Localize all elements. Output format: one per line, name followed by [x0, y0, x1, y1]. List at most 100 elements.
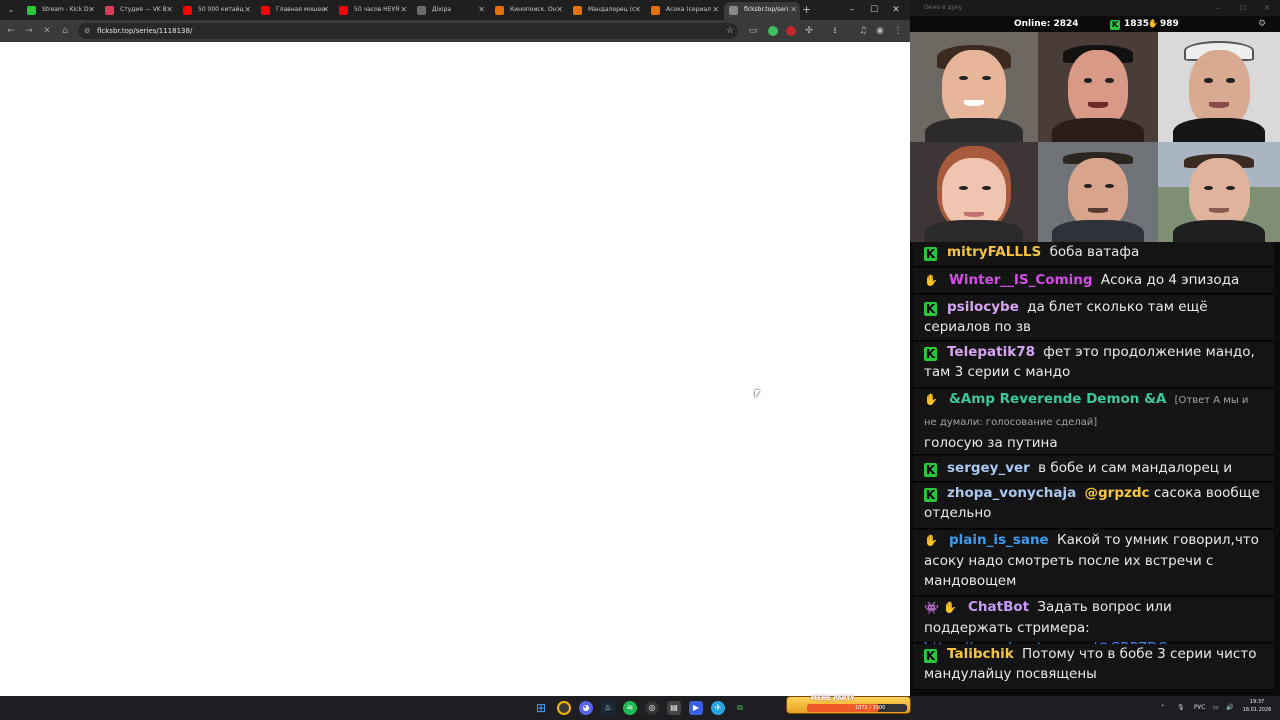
browser-tab[interactable]: 50 000 китайц ✕	[178, 2, 254, 20]
address-bar[interactable]: ⚙ flcksbr.top/series/1118138/ ☆	[78, 23, 738, 39]
chat-username[interactable]: Telepatik78	[947, 344, 1035, 360]
microphone-icon[interactable]: 🎙	[1177, 700, 1185, 716]
clock-time: 19:37	[1249, 699, 1265, 705]
tab-favicon-icon	[573, 6, 582, 15]
tab-close-icon[interactable]: ✕	[634, 2, 641, 18]
tab-favicon-icon	[27, 6, 36, 15]
browser-tab[interactable]: Кинопоиск. Он ✕	[490, 2, 566, 20]
windows-taskbar: ⊞ ◕ ♨ ≋ ◎ ▤ ▶ ✈ ⧉ MEME PARTY 1075 / 1500…	[0, 695, 1280, 720]
steam-taskbar-icon[interactable]: ♨	[601, 701, 615, 715]
extension-red-icon[interactable]	[786, 26, 796, 36]
extensions-puzzle-icon[interactable]: ✣	[802, 24, 816, 38]
start-menu-icon[interactable]: ⊞	[534, 701, 548, 715]
network-icon[interactable]: ▭	[1213, 700, 1219, 716]
chat-username[interactable]: ChatBot	[968, 599, 1029, 615]
hand-badge-icon: ✋	[924, 534, 938, 547]
bookmark-star-icon[interactable]: ☆	[726, 23, 734, 39]
chat-feed[interactable]: KmitryFALLLS боба ватафа ✋ Winter__IS_Com…	[913, 242, 1274, 692]
browser-window: ⌄ Stream - Kick D ✕ Студия — VK В ✕ 50 000 к…	[0, 0, 910, 696]
tab-close-icon[interactable]: ✕	[712, 2, 719, 18]
browser-tab[interactable]: flcksbr.top/seri ✕	[724, 2, 800, 20]
chat-mention[interactable]: @grpzdc	[1085, 485, 1150, 501]
volume-icon[interactable]: 🔊	[1226, 700, 1233, 716]
tab-close-icon[interactable]: ✕	[166, 2, 173, 18]
chat-username[interactable]: plain_is_sane	[949, 532, 1049, 548]
browser-tab[interactable]: Студия — VK В ✕	[100, 2, 176, 20]
chat-message: 👾 ✋ ChatBot Задать вопрос или поддержать с…	[913, 597, 1274, 656]
browser-tab[interactable]: Асока (сериал ✕	[646, 2, 722, 20]
tab-close-icon[interactable]: ✕	[400, 2, 407, 18]
tab-favicon-icon	[339, 6, 348, 15]
media-player-taskbar-icon[interactable]: ▶	[689, 701, 703, 715]
chat-message: K Telepatik78 фет это продолжение мандо, …	[913, 342, 1274, 388]
tab-title: Асока (сериал	[666, 6, 711, 13]
back-icon[interactable]: ←	[4, 24, 18, 38]
chat-username[interactable]: &Amp Reverende Demon &A	[949, 391, 1166, 407]
browser-tab[interactable]: 50 часов НЕУЯ ✕	[334, 2, 410, 20]
forward-icon[interactable]: →	[22, 24, 36, 38]
kick-viewers: K 1835	[1110, 16, 1149, 32]
hand-badge-icon: ✋	[924, 274, 938, 287]
telegram-taskbar-icon[interactable]: ✈	[711, 701, 725, 715]
chat-username[interactable]: sergey_ver	[947, 460, 1030, 476]
tab-close-icon[interactable]: ✕	[322, 2, 329, 18]
chat-text: голосую за путина	[924, 435, 1058, 451]
system-clock[interactable]: 19:37 18.01.2026	[1241, 698, 1273, 714]
kick-logo-icon: K	[1110, 20, 1120, 30]
tab-close-icon[interactable]: ✕	[790, 2, 797, 18]
cast-icon[interactable]: ▭	[746, 24, 760, 38]
media-control-icon[interactable]: ♫	[856, 24, 870, 38]
browser-tab[interactable]: Мандалорец (с ✕	[568, 2, 644, 20]
url-text[interactable]: flcksbr.top/series/1118138/	[97, 23, 192, 39]
stream-stats-bar: Online: 2824 K 1835 ✋ 989 ⚙	[910, 16, 1280, 32]
discord-taskbar-icon[interactable]: ◕	[579, 701, 593, 715]
tab-close-icon[interactable]: ✕	[244, 2, 251, 18]
browser-tab[interactable]: Stream - Kick D ✕	[22, 2, 98, 20]
tab-search-icon[interactable]: ⌄	[4, 3, 18, 17]
minimize-icon[interactable]: –	[842, 2, 862, 18]
site-info-icon[interactable]: ⚙	[84, 26, 90, 36]
profile-icon[interactable]: ◉	[873, 24, 887, 38]
tray-chevron-icon[interactable]: ⌃	[1160, 700, 1165, 716]
settings-icon[interactable]: ⚙	[1258, 19, 1266, 29]
browser-tab[interactable]: Главная мошен ✕	[256, 2, 332, 20]
new-tab-button[interactable]: +	[802, 3, 811, 17]
tab-strip: ⌄ Stream - Kick D ✕ Студия — VK В ✕ 50 000 к…	[0, 0, 910, 20]
stop-loading-icon[interactable]: ✕	[40, 24, 54, 38]
webcam-4	[910, 142, 1038, 242]
webcam-3	[1158, 32, 1280, 142]
hand-badge-icon: ✋	[924, 393, 938, 406]
meme-progress-text: 1075 / 1500	[855, 705, 886, 711]
browser-toolbar: ← → ✕ ⌂ ⚙ flcksbr.top/series/1118138/ ☆ …	[0, 20, 910, 42]
chrome-taskbar-icon[interactable]	[557, 701, 571, 715]
page-viewport[interactable]	[0, 42, 910, 696]
menu-kebab-icon[interactable]: ⋮	[891, 24, 905, 38]
extension-green-icon[interactable]	[768, 26, 778, 36]
maximize-icon[interactable]: ☐	[864, 2, 884, 18]
chat-username[interactable]: psilocybe	[947, 299, 1019, 315]
close-window-icon[interactable]: ✕	[886, 2, 906, 18]
language-indicator[interactable]: РУС	[1194, 700, 1205, 716]
overlay-minimize-icon[interactable]: –	[1216, 0, 1220, 16]
overlay-close-icon[interactable]: ✕	[1264, 0, 1270, 16]
app2-taskbar-icon[interactable]: ⧉	[733, 701, 747, 715]
tab-close-icon[interactable]: ✕	[478, 2, 485, 18]
home-icon[interactable]: ⌂	[58, 24, 72, 38]
tab-title: flcksbr.top/seri	[744, 6, 789, 13]
spotify-taskbar-icon[interactable]: ≋	[623, 701, 637, 715]
chat-username[interactable]: Talibchik	[947, 646, 1014, 662]
meme-progress-bar: 1075 / 1500	[807, 704, 907, 712]
app-taskbar-icon[interactable]: ▤	[667, 701, 681, 715]
download-icon[interactable]: ⭳	[828, 24, 842, 38]
tab-close-icon[interactable]: ✕	[88, 2, 95, 18]
chat-username[interactable]: Winter__IS_Coming	[949, 272, 1093, 288]
bot-badge-icon: 👾	[924, 601, 939, 615]
chat-username[interactable]: mitryFALLLS	[947, 244, 1041, 260]
chat-username[interactable]: zhopa_vonychaja	[947, 485, 1076, 501]
tab-title: Студия — VK В	[120, 6, 167, 13]
obs-taskbar-icon[interactable]: ◎	[645, 701, 659, 715]
browser-tab[interactable]: Діхіра ✕	[412, 2, 488, 20]
tab-close-icon[interactable]: ✕	[556, 2, 563, 18]
overlay-maximize-icon[interactable]: ☐	[1240, 0, 1246, 16]
clock-date: 18.01.2026	[1242, 707, 1272, 713]
